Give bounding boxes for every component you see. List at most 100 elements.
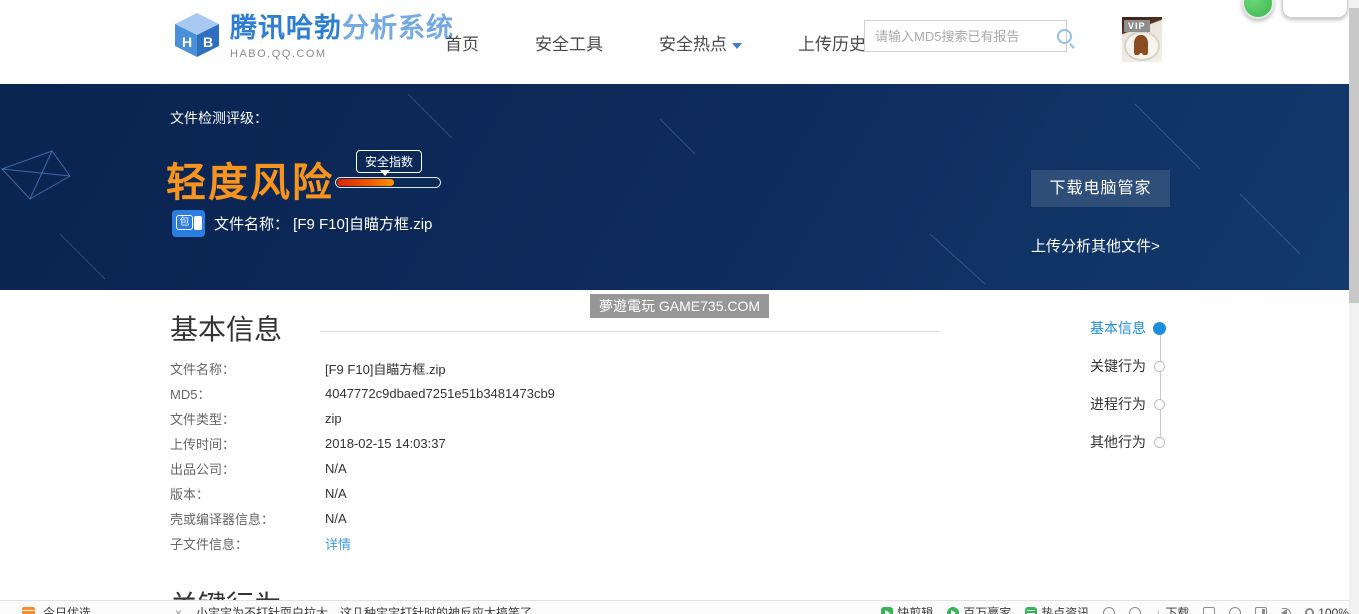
basic-info-title: 基本信息: [170, 314, 283, 345]
feed-label: 热点资讯: [1041, 606, 1090, 614]
row-value: [F9 F10]自瞄方框.zip: [325, 362, 446, 377]
step-dot-icon: [1154, 360, 1165, 372]
step-other-behavior[interactable]: 其他行为: [1040, 434, 1175, 450]
md5-search-box: [864, 20, 1072, 52]
row-label: 出品公司：: [170, 462, 236, 477]
main-nav: 首页 安全工具 安全热点 上传历史: [445, 30, 866, 55]
download-arrow-icon: ↓: [1155, 605, 1162, 614]
speaker-icon[interactable]: [1281, 607, 1292, 614]
search-icon[interactable]: [1057, 28, 1072, 44]
play-circle-icon: [947, 606, 960, 614]
step-process-behavior[interactable]: 进程行为: [1040, 396, 1175, 412]
browser-bottom-bar: 今日优选 × 小宝宝为不打针耍白拉大，这几种宝宝打针时的神反应太搞笑了 快剪辑 …: [0, 600, 1359, 614]
watermark: 夢遊電玩 GAME735.COM: [590, 294, 770, 318]
svg-text:H: H: [182, 34, 192, 50]
clip-icon: [881, 606, 894, 614]
hot-news-tool[interactable]: 热点资讯: [1025, 604, 1089, 614]
brand-text: 腾讯哈勃分析系统 HABO.QQ.COM: [230, 11, 454, 60]
row-label: MD5：: [170, 387, 211, 402]
row-label: 文件名称：: [170, 362, 236, 377]
scrollbar-track[interactable]: [1349, 0, 1359, 614]
table-row: MD5： 4047772c9dbaed7251e51b3481473cb9: [170, 381, 555, 406]
step-key-behavior[interactable]: 关键行为: [1040, 358, 1175, 374]
row-value: 4047772c9dbaed7251e51b3481473cb9: [325, 386, 555, 401]
main-content: 夢遊電玩 GAME735.COM 基本信息 文件名称： [F9 F10]自瞄方框…: [0, 290, 1359, 614]
nav-item-security-hotspots[interactable]: 安全热点: [659, 30, 742, 55]
safety-index-gauge: [335, 177, 441, 188]
row-label: 壳或编译器信息：: [170, 512, 275, 527]
nav-item-security-tools[interactable]: 安全工具: [535, 30, 603, 55]
step-dot-icon: [1154, 436, 1165, 448]
row-value: zip: [325, 411, 342, 426]
step-label: 进程行为: [1090, 396, 1146, 412]
floating-widget-panel[interactable]: [1282, 0, 1348, 18]
million-winner-tool[interactable]: 百万赢家: [947, 604, 1011, 614]
avatar-latte-art: [1134, 35, 1148, 53]
row-label: 版本：: [170, 487, 210, 502]
detection-banner: 文件检测评级： 轻度风险 安全指数 包 文件名称： [F9 F10]自瞄方框.z…: [0, 84, 1359, 290]
step-basic-info[interactable]: 基本信息: [1040, 320, 1175, 336]
zip-package-icon: 包: [172, 210, 205, 237]
daily-picks-label[interactable]: 今日优选: [43, 604, 91, 614]
daily-picks-icon: [22, 607, 35, 614]
vip-badge: VIP: [1124, 20, 1150, 32]
habo-analysis-page: H B 腾讯哈勃分析系统 HABO.QQ.COM 首页 安全工具 安全热点 上传…: [0, 0, 1359, 614]
table-row: 文件类型： zip: [170, 406, 555, 431]
table-row: 上传时间： 2018-02-15 14:03:37: [170, 431, 555, 456]
close-icon[interactable]: ×: [175, 606, 182, 614]
site-logo[interactable]: H B 腾讯哈勃分析系统 HABO.QQ.COM: [172, 11, 454, 60]
section-divider: [320, 331, 940, 332]
zoom-level: 100%: [1318, 605, 1349, 614]
screenshot-icon[interactable]: [1203, 606, 1216, 614]
chevron-down-icon: [732, 42, 742, 49]
step-dot-icon: [1154, 398, 1165, 410]
zoom-control[interactable]: 100%: [1305, 606, 1349, 614]
news-ticker-link[interactable]: 小宝宝为不打针耍白拉大，这几种宝宝打针时的神反应太搞笑了: [196, 604, 532, 614]
brand-title-secondary: 分析系统: [342, 13, 454, 43]
step-label: 关键行为: [1090, 358, 1146, 374]
md5-search-input[interactable]: [865, 22, 1057, 50]
nav-item-upload-history[interactable]: 上传历史: [798, 30, 866, 55]
scrollbar-thumb[interactable]: [1349, 8, 1359, 303]
skin-icon[interactable]: [1229, 606, 1242, 614]
clip-label: 快剪辑: [897, 606, 934, 614]
row-value: N/A: [325, 486, 347, 501]
pen-tool-icon[interactable]: [1129, 606, 1142, 614]
upload-another-file-link[interactable]: 上传分析其他文件>: [1031, 235, 1160, 256]
brand-domain: HABO.QQ.COM: [230, 48, 327, 60]
download-manager-button[interactable]: ↓ 下载: [1155, 604, 1189, 614]
brand-title-primary: 腾讯哈勃: [230, 13, 342, 43]
habo-cube-icon: H B: [175, 13, 219, 57]
row-value: N/A: [325, 461, 347, 476]
table-row: 出品公司： N/A: [170, 456, 555, 481]
basic-info-table: 文件名称： [F9 F10]自瞄方框.zip MD5： 4047772c9dba…: [170, 356, 555, 556]
detection-rating-label: 文件检测评级：: [170, 110, 268, 126]
download-pc-manager-button[interactable]: 下载电脑管家: [1031, 170, 1170, 207]
banner-file-row: 包 文件名称： [F9 F10]自瞄方框.zip: [172, 210, 432, 237]
table-row: 文件名称： [F9 F10]自瞄方框.zip: [170, 356, 555, 381]
step-dot-filled-icon: [1153, 321, 1166, 335]
step-label: 基本信息: [1090, 320, 1146, 336]
accelerator-icon[interactable]: [1103, 606, 1116, 614]
table-row: 版本： N/A: [170, 481, 555, 506]
table-row: 壳或编译器信息： N/A: [170, 506, 555, 531]
quick-clip-tool[interactable]: 快剪辑: [881, 604, 933, 614]
row-label: 子文件信息：: [170, 537, 249, 552]
row-label: 文件类型：: [170, 412, 236, 427]
news-feed-icon: [1025, 606, 1038, 614]
nav-item-home[interactable]: 首页: [445, 30, 479, 55]
svg-text:B: B: [203, 34, 213, 50]
row-label: 上传时间：: [170, 437, 236, 452]
download-label: 下载: [1165, 606, 1190, 614]
banner-file-name: 文件名称： [F9 F10]自瞄方框.zip: [214, 216, 433, 233]
browser-toolbar: 快剪辑 百万赢家 热点资讯 ↓ 下载 100%: [881, 604, 1349, 614]
subfile-details-link[interactable]: 详情: [325, 534, 351, 553]
tooltip-arrow-icon: [380, 170, 390, 176]
user-avatar[interactable]: VIP: [1122, 17, 1162, 62]
row-value: 2018-02-15 14:03:37: [325, 436, 446, 451]
step-label: 其他行为: [1090, 434, 1146, 450]
sidebar-toggle-icon[interactable]: [1255, 606, 1268, 614]
magnifier-icon: [1305, 608, 1315, 614]
step-nav-connector: [1160, 328, 1161, 442]
zip-package-icon-doc: [194, 216, 202, 230]
